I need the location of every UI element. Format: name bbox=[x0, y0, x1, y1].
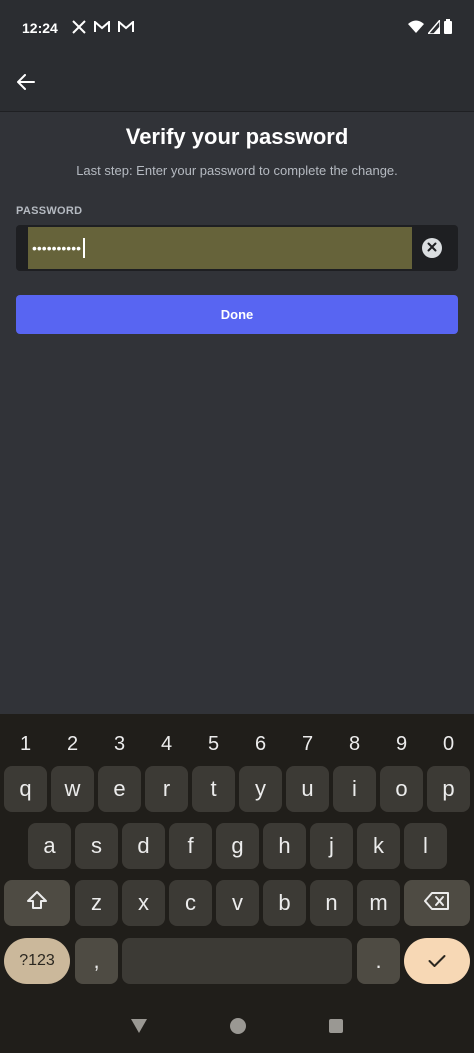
password-value: •••••••••• bbox=[32, 240, 82, 256]
space-key[interactable] bbox=[122, 938, 352, 984]
page-subtitle: Last step: Enter your password to comple… bbox=[76, 163, 398, 178]
key-row-2: a s d f g h j k l bbox=[0, 823, 474, 869]
key-n[interactable]: n bbox=[310, 880, 353, 926]
system-icons bbox=[408, 17, 452, 37]
key-y[interactable]: y bbox=[239, 766, 282, 812]
close-icon bbox=[427, 239, 437, 257]
done-button[interactable]: Done bbox=[16, 295, 458, 334]
status-time: 12:24 bbox=[22, 20, 58, 36]
number-row: 1 2 3 4 5 6 7 8 9 0 bbox=[0, 722, 474, 766]
key-h[interactable]: h bbox=[263, 823, 306, 869]
key-r[interactable]: r bbox=[145, 766, 188, 812]
back-triangle-icon[interactable] bbox=[130, 1018, 148, 1039]
key-5[interactable]: 5 bbox=[192, 733, 236, 756]
key-t[interactable]: t bbox=[192, 766, 235, 812]
gmail-icon bbox=[93, 19, 110, 36]
app-bar bbox=[0, 56, 474, 112]
arrow-left-icon bbox=[16, 73, 35, 95]
gmail-icon bbox=[117, 19, 134, 36]
page-title: Verify your password bbox=[125, 124, 349, 149]
key-9[interactable]: 9 bbox=[380, 733, 424, 756]
key-0[interactable]: 0 bbox=[427, 733, 471, 756]
key-f[interactable]: f bbox=[169, 823, 212, 869]
password-input[interactable]: •••••••••• bbox=[28, 227, 412, 269]
password-label: PASSWORD bbox=[16, 205, 83, 217]
shift-icon bbox=[26, 890, 48, 916]
comma-key[interactable]: , bbox=[75, 938, 118, 984]
key-8[interactable]: 8 bbox=[333, 733, 377, 756]
key-b[interactable]: b bbox=[263, 880, 306, 926]
back-button[interactable] bbox=[10, 68, 42, 100]
key-q[interactable]: q bbox=[4, 766, 47, 812]
signal-icon bbox=[426, 17, 441, 37]
enter-key[interactable] bbox=[404, 938, 470, 984]
battery-icon bbox=[444, 19, 452, 37]
key-z[interactable]: z bbox=[75, 880, 118, 926]
key-o[interactable]: o bbox=[380, 766, 423, 812]
recents-square-icon[interactable] bbox=[328, 1018, 344, 1039]
key-4[interactable]: 4 bbox=[145, 733, 189, 756]
key-row-1: q w e r t y u i o p bbox=[0, 766, 474, 812]
key-d[interactable]: d bbox=[122, 823, 165, 869]
key-7[interactable]: 7 bbox=[286, 733, 330, 756]
key-i[interactable]: i bbox=[333, 766, 376, 812]
key-m[interactable]: m bbox=[357, 880, 400, 926]
key-1[interactable]: 1 bbox=[4, 733, 48, 756]
shift-key[interactable] bbox=[4, 880, 70, 926]
key-p[interactable]: p bbox=[427, 766, 470, 812]
symbols-key[interactable]: ?123 bbox=[4, 938, 70, 984]
key-c[interactable]: c bbox=[169, 880, 212, 926]
checkmark-icon bbox=[428, 948, 446, 974]
key-j[interactable]: j bbox=[310, 823, 353, 869]
key-2[interactable]: 2 bbox=[51, 733, 95, 756]
notification-icons bbox=[72, 19, 134, 37]
key-row-4: ?123 , . bbox=[0, 938, 474, 984]
key-g[interactable]: g bbox=[216, 823, 259, 869]
key-w[interactable]: w bbox=[51, 766, 94, 812]
status-bar: 12:24 bbox=[0, 0, 474, 56]
wifi-icon bbox=[408, 20, 424, 37]
key-a[interactable]: a bbox=[28, 823, 71, 869]
backspace-icon bbox=[424, 890, 450, 916]
key-u[interactable]: u bbox=[286, 766, 329, 812]
password-field-container: •••••••••• bbox=[16, 225, 458, 271]
navigation-bar bbox=[0, 1003, 474, 1053]
clear-button[interactable] bbox=[422, 238, 442, 258]
key-s[interactable]: s bbox=[75, 823, 118, 869]
key-v[interactable]: v bbox=[216, 880, 259, 926]
text-cursor bbox=[83, 238, 85, 258]
key-3[interactable]: 3 bbox=[98, 733, 142, 756]
key-k[interactable]: k bbox=[357, 823, 400, 869]
key-row-3: z x c v b n m bbox=[0, 880, 474, 926]
key-l[interactable]: l bbox=[404, 823, 447, 869]
x-icon bbox=[72, 19, 86, 37]
period-key[interactable]: . bbox=[357, 938, 400, 984]
key-e[interactable]: e bbox=[98, 766, 141, 812]
home-circle-icon[interactable] bbox=[229, 1017, 247, 1040]
key-6[interactable]: 6 bbox=[239, 733, 283, 756]
key-x[interactable]: x bbox=[122, 880, 165, 926]
backspace-key[interactable] bbox=[404, 880, 470, 926]
